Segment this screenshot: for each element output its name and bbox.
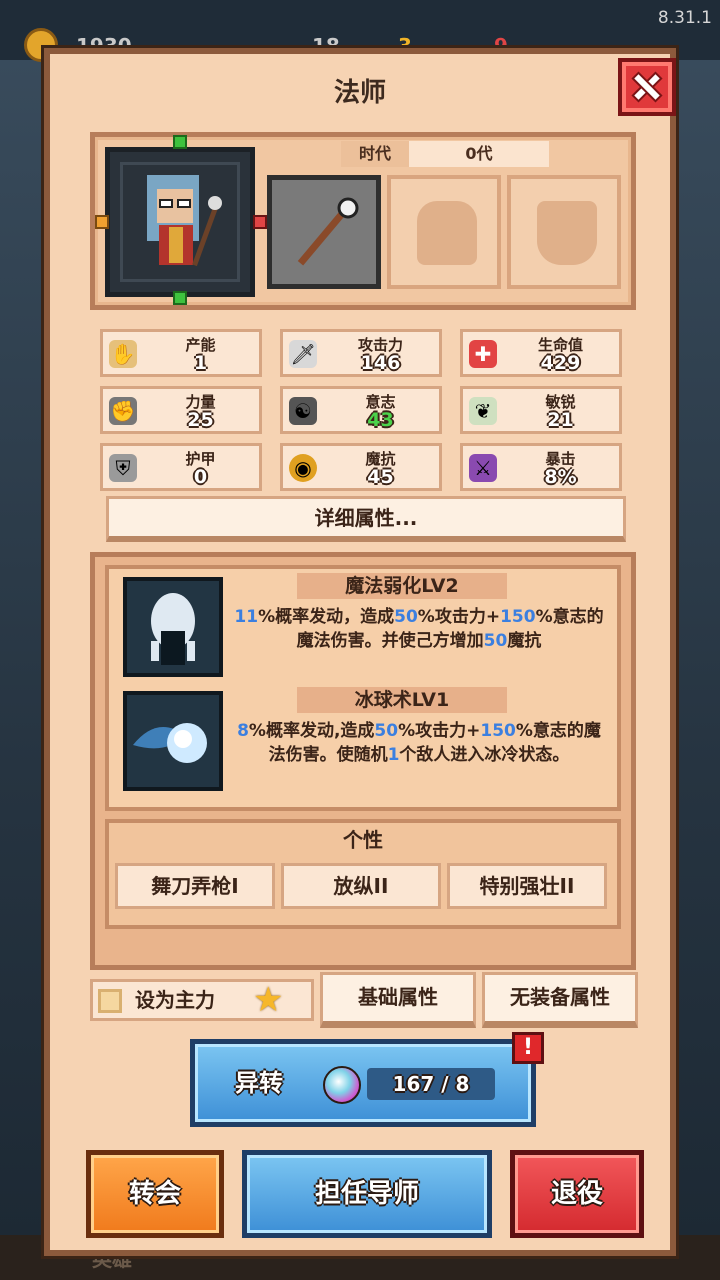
frame-handle-top (173, 135, 187, 149)
hero-equipment-box: 时代 0代 (90, 132, 636, 310)
main-checkbox[interactable] (98, 989, 122, 1013)
frame-handle-bottom (173, 291, 187, 305)
stat-value: 146 (360, 352, 401, 374)
stat-production: ✋ 产能 1 (100, 329, 262, 377)
transform-label: 异转 (235, 1069, 283, 1097)
stat-armor: ⛨ 护甲 0 (100, 443, 262, 491)
era-row: 时代 0代 (341, 141, 549, 167)
stat-health: ✚ 生命值 429 (460, 329, 622, 377)
game-screen: { "version": "8.31.1", "background": {"g… (0, 0, 720, 1280)
hero-portrait[interactable] (105, 147, 255, 297)
hero-detail-panel: 法师 时代 0代 ✋ 产能 1 🗡 攻击力 146 ✚ 生命值 429 ✊ 力量… (44, 48, 676, 1256)
ghost-skill-icon (123, 577, 223, 677)
close-icon (635, 75, 659, 99)
portrait-frame (120, 162, 240, 282)
skills-section: 魔法弱化LV2 11%概率发动，造成50%攻击力+150%意志的魔法伤害。并使己… (90, 552, 636, 970)
skill-magic-weaken[interactable]: 魔法弱化LV2 11%概率发动，造成50%攻击力+150%意志的魔法伤害。并使己… (117, 573, 611, 679)
alert-badge: ! (512, 1032, 544, 1064)
magic-resist-icon: ◉ (289, 454, 317, 482)
era-label: 时代 (341, 141, 409, 167)
detailed-attributes-button[interactable]: 详细属性... (106, 496, 626, 542)
convert-button[interactable]: 转会 (86, 1150, 224, 1238)
stat-attack: 🗡 攻击力 146 (280, 329, 442, 377)
stat-strength: ✊ 力量 25 (100, 386, 262, 434)
era-value: 0代 (409, 141, 549, 167)
rainbow-gem-icon (323, 1066, 361, 1104)
no-equipment-attributes-button[interactable]: 无装备属性 (482, 972, 638, 1028)
stat-value: 43 (367, 409, 394, 431)
armor-slot[interactable] (387, 175, 501, 289)
weapon-slot[interactable] (267, 175, 381, 289)
mentor-button[interactable]: 担任导师 (242, 1150, 492, 1238)
shield-icon: ⛨ (109, 454, 137, 482)
stat-crit: ⚔ 暴击 8% (460, 443, 622, 491)
star-icon: ★ (253, 980, 284, 1020)
stat-value: 25 (187, 409, 214, 431)
sword-icon: 🗡 (289, 340, 317, 368)
stat-value: 8% (544, 466, 577, 488)
skill-description: 11%概率发动，造成50%攻击力+150%意志的魔法伤害。并使己方增加50魔抗 (234, 607, 604, 651)
transform-button[interactable]: 异转 167 / 8 (190, 1039, 536, 1127)
spirit-icon: ☯ (289, 397, 317, 425)
stat-value: 0 (193, 466, 208, 488)
mage-avatar-icon (147, 175, 222, 267)
stat-magic-resist: ◉ 魔抗 45 (280, 443, 442, 491)
close-button[interactable] (618, 58, 676, 116)
staff-icon (297, 197, 359, 266)
skill-description: 8%概率发动,造成50%攻击力+150%意志的魔法伤害。使随机1个敌人进入冰冷状… (237, 721, 601, 765)
frame-handle-left (95, 215, 109, 229)
frame-handle-right (253, 215, 267, 229)
set-main-toggle[interactable]: 设为主力 ★ (90, 979, 314, 1021)
wing-icon: ❦ (469, 397, 497, 425)
skill-name: 冰球术LV1 (297, 687, 507, 713)
trait-item[interactable]: 特别强壮II (447, 863, 607, 909)
retire-button[interactable]: 退役 (510, 1150, 644, 1238)
armor-silhouette-icon (417, 201, 477, 265)
skill-ice-ball[interactable]: 冰球术LV1 8%概率发动,造成50%攻击力+150%意志的魔法伤害。使随机1个… (117, 687, 611, 793)
skill-list[interactable]: 魔法弱化LV2 11%概率发动，造成50%攻击力+150%意志的魔法伤害。并使己… (105, 565, 621, 811)
iceball-icon (133, 723, 207, 763)
version-label: 8.31.1 (657, 8, 712, 28)
stat-value: 1 (193, 352, 208, 374)
trait-item[interactable]: 放纵II (281, 863, 441, 909)
hero-title: 法师 (333, 78, 386, 108)
crossed-swords-icon: ⚔ (469, 454, 497, 482)
iceball-skill-icon (123, 691, 223, 791)
stat-agility: ❦ 敏锐 21 (460, 386, 622, 434)
boots-silhouette-icon (537, 201, 597, 265)
stat-value: 45 (367, 466, 394, 488)
hand-icon: ✋ (109, 340, 137, 368)
traits-heading: 个性 (343, 828, 383, 852)
health-cross-icon: ✚ (469, 340, 497, 368)
stat-value: 429 (540, 352, 581, 374)
trait-item[interactable]: 舞刀弄枪I (115, 863, 275, 909)
fist-icon: ✊ (109, 397, 137, 425)
accessory-slot[interactable] (507, 175, 621, 289)
transform-cost: 167 / 8 (367, 1068, 495, 1100)
ghost-icon (151, 593, 195, 665)
stat-will: ☯ 意志 43 (280, 386, 442, 434)
skill-name: 魔法弱化LV2 (297, 573, 507, 599)
traits-box: 个性 舞刀弄枪I 放纵II 特别强壮II (105, 819, 621, 929)
stat-value: 21 (547, 409, 574, 431)
base-attributes-button[interactable]: 基础属性 (320, 972, 476, 1028)
set-main-label: 设为主力 (135, 988, 215, 1012)
